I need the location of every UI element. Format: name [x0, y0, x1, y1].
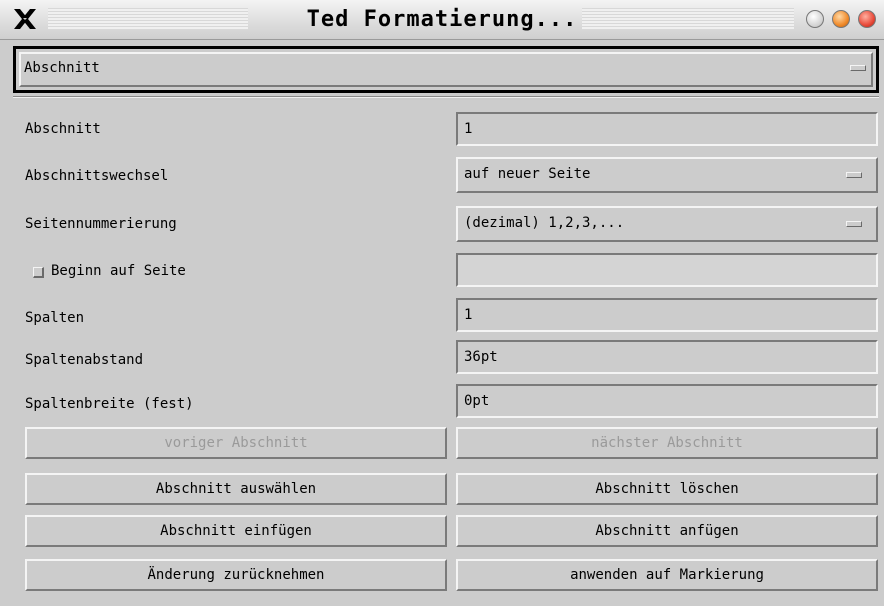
- columns-value: 1: [464, 307, 473, 323]
- page-selector-value: Abschnitt: [24, 60, 100, 76]
- option-menu-indicator-icon: [846, 221, 862, 227]
- column-width-value: 0pt: [464, 393, 490, 409]
- revert-button[interactable]: Änderung zurücknehmen: [25, 559, 447, 591]
- column-width-label: Spaltenbreite (fest): [25, 396, 194, 412]
- select-section-button[interactable]: Abschnitt auswählen: [25, 473, 447, 505]
- delete-section-button[interactable]: Abschnitt löschen: [456, 473, 878, 505]
- apply-to-selection-button[interactable]: anwenden auf Markierung: [456, 559, 878, 591]
- start-page-checkbox[interactable]: [33, 267, 44, 278]
- section-number-value: 1: [464, 121, 473, 137]
- columns-field[interactable]: 1: [456, 298, 878, 332]
- section-number-label: Abschnitt: [25, 121, 101, 137]
- section-break-value: auf neuer Seite: [464, 166, 591, 182]
- section-break-label: Abschnittswechsel: [25, 168, 169, 184]
- title-bar[interactable]: Ted Formatierung...: [0, 0, 884, 40]
- page-selector[interactable]: Abschnitt: [13, 46, 879, 93]
- column-gap-field[interactable]: 36pt: [456, 340, 878, 374]
- section-break-menu[interactable]: auf neuer Seite: [456, 157, 878, 193]
- column-gap-label: Spaltenabstand: [25, 352, 144, 368]
- minimize-icon[interactable]: [806, 10, 824, 28]
- section-number-field[interactable]: 1: [456, 112, 878, 146]
- window-title: Ted Formatierung...: [306, 7, 578, 32]
- column-gap-value: 36pt: [464, 349, 498, 365]
- append-section-button[interactable]: Abschnitt anfügen: [456, 515, 878, 547]
- separator: [13, 96, 879, 98]
- column-width-field[interactable]: 0pt: [456, 384, 878, 418]
- next-section-button[interactable]: nächster Abschnitt: [456, 427, 878, 459]
- columns-label: Spalten: [25, 310, 85, 326]
- page-numbering-label: Seitennummerierung: [25, 216, 177, 232]
- previous-section-button[interactable]: voriger Abschnitt: [25, 427, 447, 459]
- maximize-icon[interactable]: [832, 10, 850, 28]
- start-page-label[interactable]: Beginn auf Seite: [51, 263, 186, 279]
- page-selector-frame: [19, 52, 873, 87]
- page-numbering-value: (dezimal) 1,2,3,...: [464, 215, 625, 231]
- option-menu-indicator-icon: [850, 65, 866, 71]
- start-page-field[interactable]: [456, 253, 878, 287]
- close-icon[interactable]: [858, 10, 876, 28]
- insert-section-button[interactable]: Abschnitt einfügen: [25, 515, 447, 547]
- page-numbering-menu[interactable]: (dezimal) 1,2,3,...: [456, 206, 878, 242]
- option-menu-indicator-icon: [846, 172, 862, 178]
